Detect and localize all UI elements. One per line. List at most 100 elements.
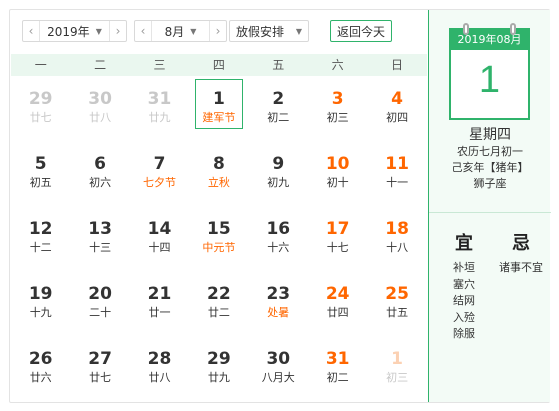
day-number: 13 — [88, 219, 112, 239]
day-number: 18 — [385, 219, 409, 239]
day-cell[interactable]: 23 处暑 — [254, 274, 302, 324]
lunar-label: 廿五 — [386, 306, 409, 319]
year-selector[interactable]: ‹ 2019年 ▼ › — [22, 20, 127, 42]
weekday-label: 一 — [34, 58, 47, 72]
lunar-label: 十四 — [148, 241, 171, 254]
day-cell[interactable]: 29 廿七 — [17, 79, 65, 129]
lunar-label: 初二 — [326, 371, 349, 384]
day-cell[interactable]: 10 初十 — [314, 144, 362, 194]
day-cell[interactable]: 7 七夕节 — [136, 144, 184, 194]
date-info: 星期四 农历七月初一 己亥年【猪年】 狮子座 — [429, 126, 551, 192]
day-number: 4 — [391, 89, 404, 109]
yi-item: 入殓 — [453, 310, 475, 324]
day-number: 29 — [28, 89, 53, 109]
weekday-label: 六 — [331, 58, 344, 72]
lunar-label: 十一 — [386, 176, 409, 189]
day-number: 22 — [207, 284, 231, 304]
day-cell[interactable]: 30 廿八 — [76, 79, 124, 129]
day-cell[interactable]: 9 初九 — [254, 144, 302, 194]
zodiac-sign: 狮子座 — [473, 177, 507, 190]
day-number: 24 — [325, 284, 350, 304]
calendar-page-icon: 2019年08月 1 — [449, 23, 530, 120]
lunar-label: 十二 — [29, 241, 52, 254]
prev-month-button[interactable]: ‹ — [135, 21, 152, 41]
day-cell[interactable]: 28 廿八 — [136, 339, 184, 389]
date-detail-panel: 2019年08月 1 星期四 农历七月初一 己亥年【猪年】 狮子座 宜 补垣 塞… — [428, 10, 551, 402]
day-cell[interactable]: 15 中元节 — [195, 209, 243, 259]
caret-down-icon: ▼ — [95, 26, 102, 36]
day-cell[interactable]: 8 立秋 — [195, 144, 243, 194]
lunar-label: 建军节 — [202, 111, 236, 124]
panel-divider — [429, 212, 551, 213]
lunar-label: 十六 — [267, 241, 290, 254]
lunar-label: 立秋 — [207, 176, 230, 189]
day-number: 21 — [147, 284, 172, 304]
day-cell[interactable]: 27 廿七 — [76, 339, 124, 389]
day-cell[interactable]: 31 初二 — [314, 339, 362, 389]
lunar-label: 初二 — [267, 111, 290, 124]
day-number: 26 — [28, 349, 53, 369]
day-cell[interactable]: 25 廿五 — [373, 274, 421, 324]
caret-down-icon: ▼ — [295, 26, 302, 36]
lunar-label: 初九 — [267, 176, 290, 189]
day-cell[interactable]: 5 初五 — [17, 144, 65, 194]
day-cell[interactable]: 11 十一 — [373, 144, 421, 194]
day-cell[interactable]: 4 初四 — [373, 79, 421, 129]
day-cell[interactable]: 26 廿六 — [17, 339, 65, 389]
lunar-label: 处暑 — [267, 306, 290, 319]
yi-item: 补垣 — [453, 261, 475, 274]
year-dropdown[interactable]: 2019年 ▼ — [40, 23, 109, 40]
day-cell[interactable]: 24 廿四 — [314, 274, 362, 324]
day-number: 31 — [147, 89, 172, 109]
lunar-label: 中元节 — [202, 241, 236, 254]
yi-item: 塞穴 — [453, 277, 475, 291]
weekday-label: 三 — [153, 58, 166, 72]
day-cell[interactable]: 1 建军节 — [194, 79, 243, 129]
day-cell[interactable]: 3 初三 — [314, 79, 362, 129]
year-value: 2019年 — [47, 24, 90, 39]
weekday-label: 五 — [272, 58, 285, 72]
day-number: 31 — [325, 349, 350, 369]
day-number: 19 — [28, 284, 53, 304]
day-cell[interactable]: 17 十七 — [314, 209, 362, 259]
prev-year-button[interactable]: ‹ — [23, 21, 40, 41]
lunar-label: 初三 — [326, 111, 349, 124]
day-cell[interactable]: 14 十四 — [136, 209, 184, 259]
day-number: 15 — [207, 219, 231, 239]
day-cell[interactable]: 16 十六 — [254, 209, 302, 259]
lunar-label: 二十 — [89, 306, 112, 319]
day-number: 1 — [391, 349, 404, 369]
panel-day-number: 1 — [478, 59, 501, 101]
day-number: 25 — [385, 284, 409, 304]
lunar-label: 初三 — [386, 371, 409, 384]
lunar-label: 廿七 — [89, 371, 112, 384]
next-month-button[interactable]: › — [209, 21, 226, 41]
day-number: 16 — [266, 219, 291, 239]
day-cell[interactable]: 2 初二 — [254, 79, 302, 129]
next-year-button[interactable]: › — [109, 21, 126, 41]
lunar-label: 七夕节 — [143, 176, 176, 189]
holiday-dropdown[interactable]: 放假安排 ▼ — [229, 20, 309, 42]
day-cell[interactable]: 13 十三 — [76, 209, 124, 259]
day-number: 3 — [331, 89, 344, 109]
lunar-label: 廿八 — [89, 111, 112, 124]
day-cell[interactable]: 6 初六 — [76, 144, 124, 194]
day-cell[interactable]: 29 廿九 — [195, 339, 243, 389]
day-cell[interactable]: 1 初三 — [373, 339, 421, 389]
day-cell[interactable]: 21 廿一 — [136, 274, 184, 324]
day-cell[interactable]: 19 十九 — [17, 274, 65, 324]
day-cell[interactable]: 18 十八 — [373, 209, 421, 259]
month-selector[interactable]: ‹ 8月 ▼ › — [134, 20, 227, 42]
day-cell[interactable]: 30 八月大 — [254, 339, 302, 389]
back-to-today-button[interactable]: 返回今天 — [330, 20, 392, 42]
ganzhi-year: 己亥年【猪年】 — [451, 161, 529, 174]
day-cell[interactable]: 22 廿二 — [195, 274, 243, 324]
day-number: 27 — [88, 349, 112, 369]
day-cell[interactable]: 12 十二 — [17, 209, 65, 259]
day-cell[interactable]: 31 廿九 — [136, 79, 184, 129]
lunar-label: 初十 — [326, 176, 349, 189]
month-dropdown[interactable]: 8月 ▼ — [152, 23, 209, 40]
day-cell[interactable]: 20 二十 — [76, 274, 124, 324]
day-number: 11 — [385, 154, 409, 174]
caret-down-icon: ▼ — [190, 26, 197, 36]
